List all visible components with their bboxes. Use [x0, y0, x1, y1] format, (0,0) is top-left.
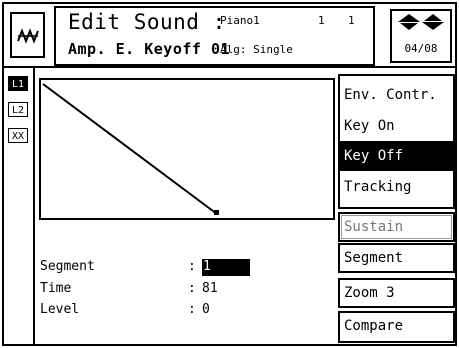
segment-button[interactable]: Segment — [338, 243, 455, 273]
time-value-field[interactable]: 81 — [202, 281, 218, 296]
layer-tab-xx[interactable]: XX — [8, 128, 28, 143]
menu-item-tracking[interactable]: Tracking — [340, 172, 453, 202]
level-label: Level — [40, 302, 80, 317]
level-colon: : — [188, 302, 196, 317]
segment-value-field[interactable]: 1 — [202, 259, 250, 276]
sound-name: Amp. E. Keyoff 01 — [68, 40, 231, 58]
up-down-arrows-icon[interactable] — [396, 13, 446, 31]
sustain-button-border — [341, 215, 452, 239]
layer-tab-l1[interactable]: L1 — [8, 76, 28, 91]
page-title: Edit Sound : — [68, 10, 226, 34]
segment-colon: : — [188, 259, 196, 274]
level-value-field[interactable]: 0 — [202, 302, 210, 317]
preset-name: Piano1 — [220, 14, 260, 27]
menu-item-key-on[interactable]: Key On — [340, 111, 453, 141]
menu-item-env-contr[interactable]: Env. Contr. — [340, 80, 453, 110]
menu-item-key-off[interactable]: Key Off — [340, 141, 453, 171]
compare-button[interactable]: Compare — [338, 311, 455, 343]
envelope-wave-icon — [17, 28, 39, 44]
layer-tab-l2[interactable]: L2 — [8, 102, 28, 117]
segment-label: Segment — [40, 259, 95, 274]
time-label: Time — [40, 281, 72, 296]
envelope-line — [42, 83, 218, 215]
header-number-a: 1 — [318, 14, 325, 27]
zoom-button[interactable]: Zoom 3 — [338, 278, 455, 308]
envelope-graph[interactable] — [39, 78, 335, 220]
algorithm-label: Alg: Single — [220, 43, 293, 56]
logo-button[interactable] — [10, 12, 45, 58]
time-colon: : — [188, 281, 196, 296]
header-number-b: 1 — [348, 14, 355, 27]
page-number: 04/08 — [404, 42, 438, 55]
envelope-point-handle — [214, 210, 219, 215]
